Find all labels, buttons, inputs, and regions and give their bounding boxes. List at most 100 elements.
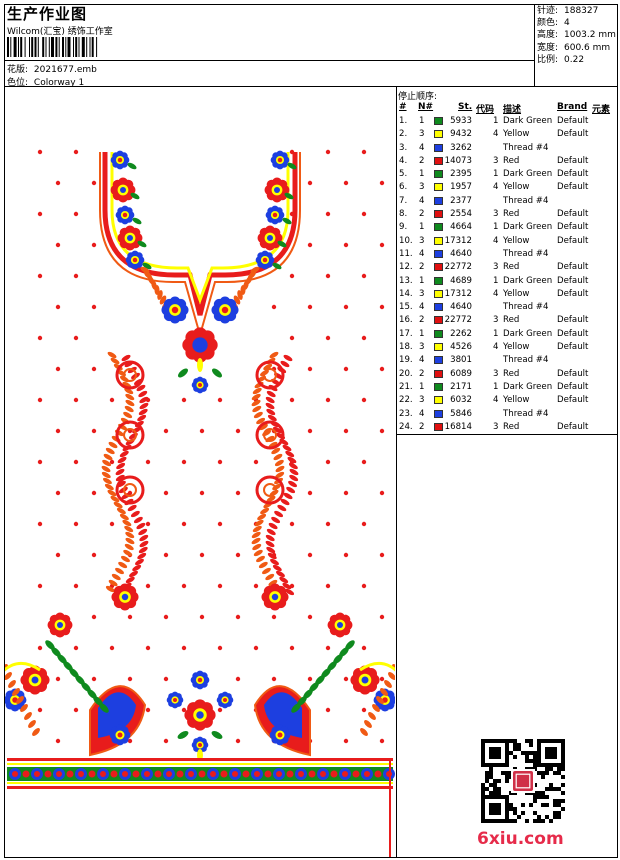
stop-stitches: 2262: [450, 328, 472, 339]
stop-brand: Default: [557, 262, 589, 273]
stop-brand: Default: [557, 381, 589, 392]
thread-swatch: [434, 130, 443, 139]
stop-description: Thread #4: [503, 408, 549, 419]
stop-description: Yellow: [503, 342, 530, 353]
col-header-st: St.: [458, 102, 473, 112]
stop-needle: 2: [419, 209, 425, 220]
stop-index: 16.: [399, 315, 413, 326]
stop-index: 17.: [399, 328, 413, 339]
stop-description: Thread #4: [503, 142, 549, 153]
spec-row: 宽度: 600.6 mm: [537, 42, 616, 54]
thread-swatch: [434, 143, 443, 152]
stop-stitches: 1957: [450, 182, 472, 193]
stop-index: 13.: [399, 275, 413, 286]
stop-index: 2.: [399, 129, 408, 140]
stop-brand: Default: [557, 182, 589, 193]
spec-label: 宽度:: [537, 42, 559, 53]
stop-code: 4: [493, 235, 499, 246]
stop-description: Red: [503, 155, 520, 166]
stop-code: 1: [493, 116, 499, 126]
stop-needle: 2: [419, 262, 425, 273]
design-file-label: 花版:: [7, 65, 29, 75]
thread-swatch: [434, 196, 443, 205]
colorway-value: Colorway 1: [33, 78, 85, 88]
stop-index: 22.: [399, 395, 413, 406]
stop-code: 4: [493, 182, 499, 193]
thread-swatch: [434, 249, 443, 258]
stop-description: Yellow: [503, 129, 530, 140]
col-header-desc: 描述: [503, 105, 522, 115]
stop-code: 4: [493, 288, 499, 299]
stop-code: 3: [493, 421, 499, 432]
stop-row: 24. 2 16814 3 Red Default: [398, 421, 616, 434]
stop-description: Red: [503, 315, 520, 326]
thread-swatch: [434, 329, 443, 338]
stop-row: 4. 2 14073 3 Red Default: [398, 155, 616, 168]
stop-description: Dark Green: [503, 116, 553, 126]
stop-brand: Default: [557, 395, 589, 406]
thread-swatch: [434, 263, 443, 272]
stop-needle: 1: [419, 275, 425, 286]
stop-row: 9. 1 4664 1 Dark Green Default: [398, 221, 616, 234]
header-divider-v: [534, 4, 535, 86]
page-title: 生产作业图: [7, 5, 88, 23]
stop-code: 1: [493, 222, 499, 233]
stop-index: 14.: [399, 288, 413, 299]
stop-needle: 4: [419, 355, 425, 366]
stop-needle: 2: [419, 368, 425, 379]
stop-index: 11.: [399, 248, 413, 259]
col-header-hash: #: [399, 102, 407, 112]
stop-stitches: 2395: [450, 169, 472, 180]
stop-needle: 1: [419, 222, 425, 233]
stop-stitches: 17312: [444, 235, 472, 246]
thread-swatch: [434, 303, 443, 312]
stop-stitches: 3801: [450, 355, 472, 366]
stop-stitches: 4640: [450, 248, 472, 259]
stop-brand: Default: [557, 222, 589, 233]
thread-swatch: [434, 236, 443, 245]
stop-description: Thread #4: [503, 302, 549, 313]
embroidery-design-preview: [5, 149, 395, 857]
stop-index: 18.: [399, 342, 413, 353]
stop-row: 21. 1 2171 1 Dark Green Default: [398, 381, 616, 394]
panel-divider-v: [396, 86, 397, 858]
colorway-label: 色位:: [7, 78, 29, 88]
stop-brand: Default: [557, 275, 589, 286]
stop-code: 3: [493, 262, 499, 273]
stop-row: 12. 2 22772 3 Red Default: [398, 261, 616, 274]
stop-index: 12.: [399, 262, 413, 273]
stop-needle: 1: [419, 381, 425, 392]
stop-stitches: 3262: [450, 142, 472, 153]
stop-row: 20. 2 6089 3 Red Default: [398, 368, 616, 381]
stop-stitches: 4689: [450, 275, 472, 286]
spec-label: 比例:: [537, 54, 559, 65]
stop-row: 5. 1 2395 1 Dark Green Default: [398, 168, 616, 181]
stop-index: 8.: [399, 209, 408, 220]
stop-row: 6. 3 1957 4 Yellow Default: [398, 181, 616, 194]
thread-swatch: [434, 289, 443, 298]
stop-brand: Default: [557, 169, 589, 180]
stop-row: 10. 3 17312 4 Yellow Default: [398, 235, 616, 248]
stop-row: 19. 4 3801 Thread #4: [398, 354, 616, 367]
stop-needle: 3: [419, 395, 425, 406]
thread-swatch: [434, 170, 443, 179]
stop-index: 24.: [399, 421, 413, 432]
stop-index: 4.: [399, 155, 408, 166]
stop-stitches: 2377: [450, 195, 472, 206]
stop-stitches: 5933: [450, 116, 472, 126]
design-file-row: 花版: 2021677.emb: [7, 62, 97, 75]
stop-stitches: 16814: [444, 421, 472, 432]
thread-swatch: [434, 409, 443, 418]
stop-stitches: 4526: [450, 342, 472, 353]
thread-swatch: [434, 369, 443, 378]
stop-index: 5.: [399, 169, 408, 180]
barcode: [7, 37, 98, 57]
table-bottom-line: [396, 434, 618, 435]
thread-swatch: [434, 356, 443, 365]
stop-brand: Default: [557, 315, 589, 326]
stop-needle: 3: [419, 288, 425, 299]
thread-swatch: [434, 156, 443, 165]
stop-index: 21.: [399, 381, 413, 392]
company-name: Wilcom(汇宝) 绣饰工作室: [7, 27, 113, 37]
stop-row: 23. 4 5846 Thread #4: [398, 408, 616, 421]
